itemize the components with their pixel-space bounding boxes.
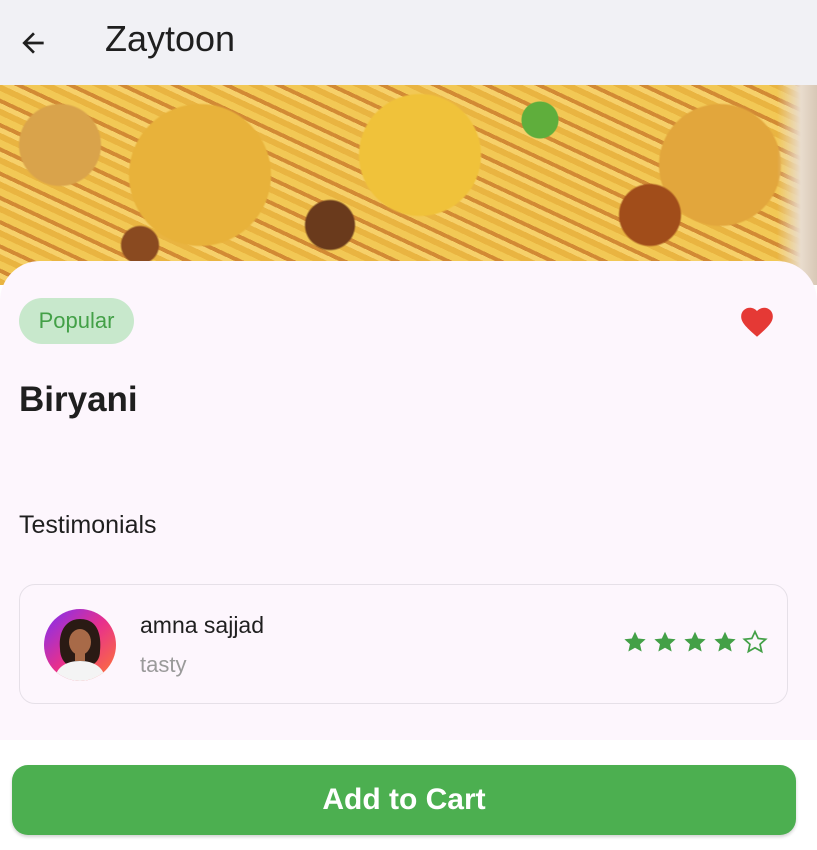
- add-to-cart-button[interactable]: Add to Cart: [12, 765, 796, 835]
- testimonials-heading: Testimonials: [19, 511, 157, 539]
- star-filled-icon: [654, 631, 676, 652]
- arrow-left-icon: [22, 32, 44, 54]
- heart-icon: [741, 307, 773, 337]
- star-rating: [622, 629, 768, 655]
- avatar: [44, 609, 116, 681]
- popular-badge: Popular: [19, 298, 134, 344]
- reviewer-name: amna sajjad: [140, 612, 265, 638]
- star-filled-icon: [714, 631, 736, 652]
- star-filled-icon: [684, 631, 706, 652]
- app-title: Zaytoon: [105, 18, 236, 59]
- item-name: Biryani: [19, 380, 138, 419]
- star-filled-icon: [624, 631, 646, 652]
- star-outline-icon: [742, 629, 768, 654]
- plate-rim: [777, 85, 817, 285]
- app-bar: Zaytoon: [0, 0, 817, 85]
- favorite-button[interactable]: [735, 300, 779, 344]
- review-comment: tasty: [140, 652, 187, 677]
- back-button[interactable]: [12, 22, 54, 64]
- review-card: amna sajjad tasty: [19, 584, 788, 704]
- hero-food-image: [0, 85, 817, 285]
